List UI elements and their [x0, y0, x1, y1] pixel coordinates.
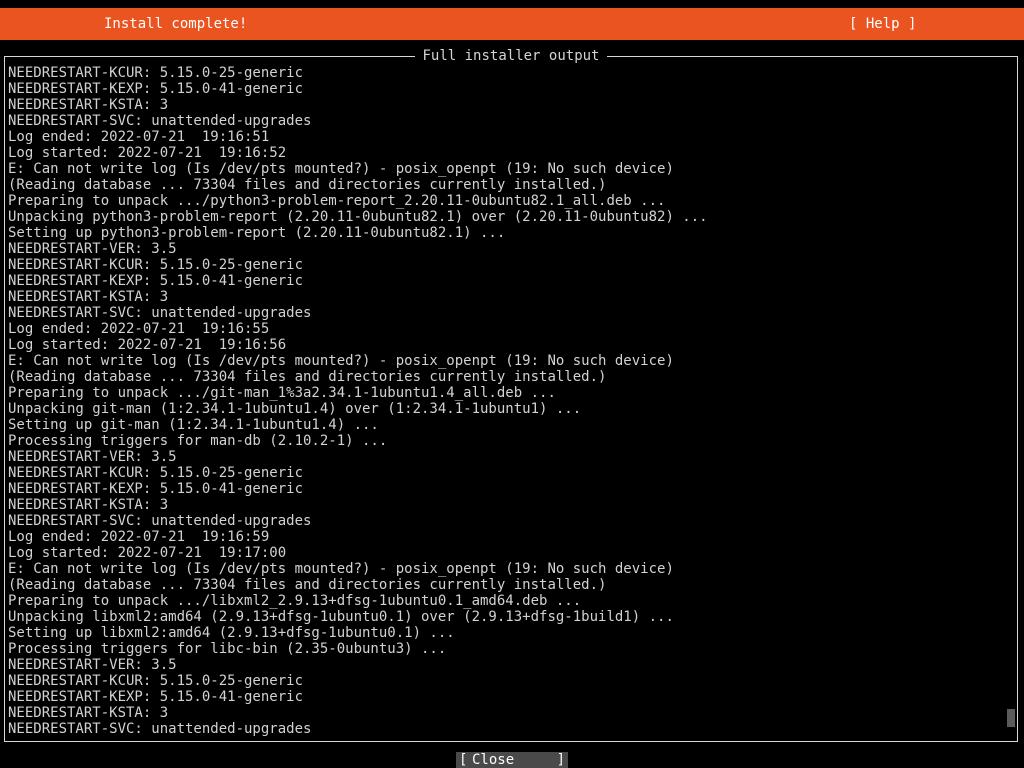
scrollbar[interactable]	[1007, 61, 1015, 737]
log-line: Log ended: 2022-07-21 19:16:59	[8, 529, 270, 545]
log-line: Log started: 2022-07-21 19:16:56	[8, 337, 287, 353]
close-button-bracket-right: ]	[556, 752, 565, 768]
log-line: Setting up git-man (1:2.34.1-1ubuntu1.4)…	[8, 417, 379, 433]
log-line: NEEDRESTART-KSTA: 3	[8, 705, 169, 721]
log-line: NEEDRESTART-KCUR: 5.15.0-25-generic	[8, 465, 304, 481]
installer-output-panel: Full installer output NEEDRESTART-KCUR: …	[4, 48, 1018, 742]
install-status-title: Install complete!	[104, 16, 248, 32]
log-line: NEEDRESTART-KSTA: 3	[8, 289, 169, 305]
log-line: NEEDRESTART-KSTA: 3	[8, 97, 169, 113]
log-line: Log ended: 2022-07-21 19:16:55	[8, 321, 270, 337]
close-button[interactable]: [ Close ]	[456, 752, 568, 768]
log-line: NEEDRESTART-KEXP: 5.15.0-41-generic	[8, 273, 304, 289]
panel-title: Full installer output	[5, 47, 1017, 65]
log-line: Setting up python3-problem-report (2.20.…	[8, 225, 506, 241]
log-line: Log ended: 2022-07-21 19:16:51	[8, 129, 270, 145]
log-line: Unpacking python3-problem-report (2.20.1…	[8, 209, 708, 225]
log-line: NEEDRESTART-VER: 3.5	[8, 449, 177, 465]
scrollbar-thumb[interactable]	[1007, 709, 1015, 727]
log-line: NEEDRESTART-KEXP: 5.15.0-41-generic	[8, 481, 304, 497]
installer-log[interactable]: NEEDRESTART-KCUR: 5.15.0-25-generic NEEDR…	[8, 65, 998, 737]
log-line: (Reading database ... 73304 files and di…	[8, 369, 607, 385]
log-line: NEEDRESTART-KEXP: 5.15.0-41-generic	[8, 689, 304, 705]
log-line: Unpacking libxml2:amd64 (2.9.13+dfsg-1ub…	[8, 609, 674, 625]
log-line: NEEDRESTART-KCUR: 5.15.0-25-generic	[8, 257, 304, 273]
close-button-label: Close	[472, 752, 515, 768]
log-line: NEEDRESTART-KCUR: 5.15.0-25-generic	[8, 673, 304, 689]
log-line: NEEDRESTART-SVC: unattended-upgrades	[8, 721, 312, 737]
log-line: NEEDRESTART-KEXP: 5.15.0-41-generic	[8, 81, 304, 97]
log-line: Preparing to unpack .../libxml2_2.9.13+d…	[8, 593, 582, 609]
log-line: E: Can not write log (Is /dev/pts mounte…	[8, 353, 674, 369]
log-line: NEEDRESTART-KSTA: 3	[8, 497, 169, 513]
log-line: E: Can not write log (Is /dev/pts mounte…	[8, 561, 674, 577]
log-line: NEEDRESTART-VER: 3.5	[8, 241, 177, 257]
log-line: Unpacking git-man (1:2.34.1-1ubuntu1.4) …	[8, 401, 582, 417]
log-line: Setting up libxml2:amd64 (2.9.13+dfsg-1u…	[8, 625, 455, 641]
close-button-bracket-left: [	[459, 752, 468, 768]
log-line: Preparing to unpack .../git-man_1%3a2.34…	[8, 385, 556, 401]
log-line: E: Can not write log (Is /dev/pts mounte…	[8, 161, 674, 177]
log-line: (Reading database ... 73304 files and di…	[8, 577, 607, 593]
panel-title-text: Full installer output	[415, 48, 607, 64]
help-button[interactable]: [ Help ]	[849, 8, 916, 40]
log-line: NEEDRESTART-SVC: unattended-upgrades	[8, 113, 312, 129]
log-line: Preparing to unpack .../python3-problem-…	[8, 193, 666, 209]
log-line: NEEDRESTART-VER: 3.5	[8, 657, 177, 673]
log-line: Log started: 2022-07-21 19:17:00	[8, 545, 287, 561]
log-line: Processing triggers for libc-bin (2.35-0…	[8, 641, 447, 657]
log-line: Processing triggers for man-db (2.10.2-1…	[8, 433, 388, 449]
log-line: NEEDRESTART-KCUR: 5.15.0-25-generic	[8, 65, 304, 81]
log-line: NEEDRESTART-SVC: unattended-upgrades	[8, 305, 312, 321]
log-line: NEEDRESTART-SVC: unattended-upgrades	[8, 513, 312, 529]
title-bar: Install complete! [ Help ]	[0, 8, 1024, 40]
log-line: Log started: 2022-07-21 19:16:52	[8, 145, 287, 161]
log-line: (Reading database ... 73304 files and di…	[8, 177, 607, 193]
